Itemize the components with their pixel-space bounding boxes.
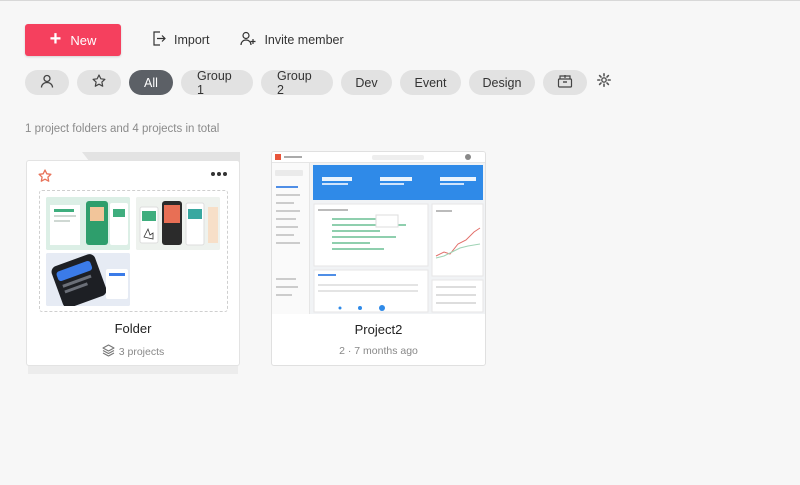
gear-icon <box>597 73 611 92</box>
filter-all[interactable]: All <box>129 70 173 95</box>
filter-archive[interactable] <box>543 70 587 95</box>
filter-group-1[interactable]: Group 1 <box>181 69 253 97</box>
invite-member-button[interactable]: Invite member <box>240 31 344 49</box>
more-dots-icon[interactable] <box>211 172 227 176</box>
folder-thumbnail <box>46 253 130 306</box>
archive-box-icon <box>557 74 573 91</box>
add-user-icon <box>240 31 256 49</box>
project-card[interactable]: Project2 2 · 7 months ago <box>271 151 486 366</box>
folder-meta: 3 projects <box>27 344 239 360</box>
folder-project-count: 3 projects <box>118 346 165 358</box>
folder-title: Folder <box>114 321 152 336</box>
folder-thumbnail <box>136 197 220 250</box>
toolbar: + New Import Invite member <box>25 24 344 56</box>
folder-thumbnail <box>46 197 130 250</box>
folder-thumbnails <box>39 190 228 312</box>
import-icon <box>152 31 166 49</box>
filter-favorites[interactable] <box>77 70 121 95</box>
folder-card-body[interactable]: Folder 3 projects <box>26 160 240 366</box>
import-button[interactable]: Import <box>152 31 209 49</box>
star-icon <box>92 74 106 91</box>
project-meta: 2 · 7 months ago <box>339 345 418 357</box>
filter-design[interactable]: Design <box>469 70 535 95</box>
plus-icon: + <box>49 28 62 50</box>
project-title: Project2 <box>354 322 403 337</box>
filter-settings-button[interactable] <box>597 73 613 92</box>
person-icon <box>40 74 54 91</box>
projects-summary: 1 project folders and 4 projects in tota… <box>25 123 220 135</box>
filter-dev[interactable]: Dev <box>341 70 392 95</box>
new-button[interactable]: + New <box>25 24 121 56</box>
new-button-label: New <box>70 32 97 48</box>
filter-group-2[interactable]: Group 2 <box>261 69 333 97</box>
folder-card[interactable]: Folder 3 projects <box>26 152 240 374</box>
invite-member-label: Invite member <box>264 33 344 47</box>
filter-event[interactable]: Event <box>400 70 461 95</box>
import-label: Import <box>174 33 210 47</box>
filter-mine[interactable] <box>25 70 69 95</box>
star-outline-icon[interactable] <box>38 169 52 188</box>
layers-icon <box>102 344 115 360</box>
project-preview-image <box>272 152 485 314</box>
filter-bar: All Group 1 Group 2 Dev Event Design <box>25 69 613 97</box>
